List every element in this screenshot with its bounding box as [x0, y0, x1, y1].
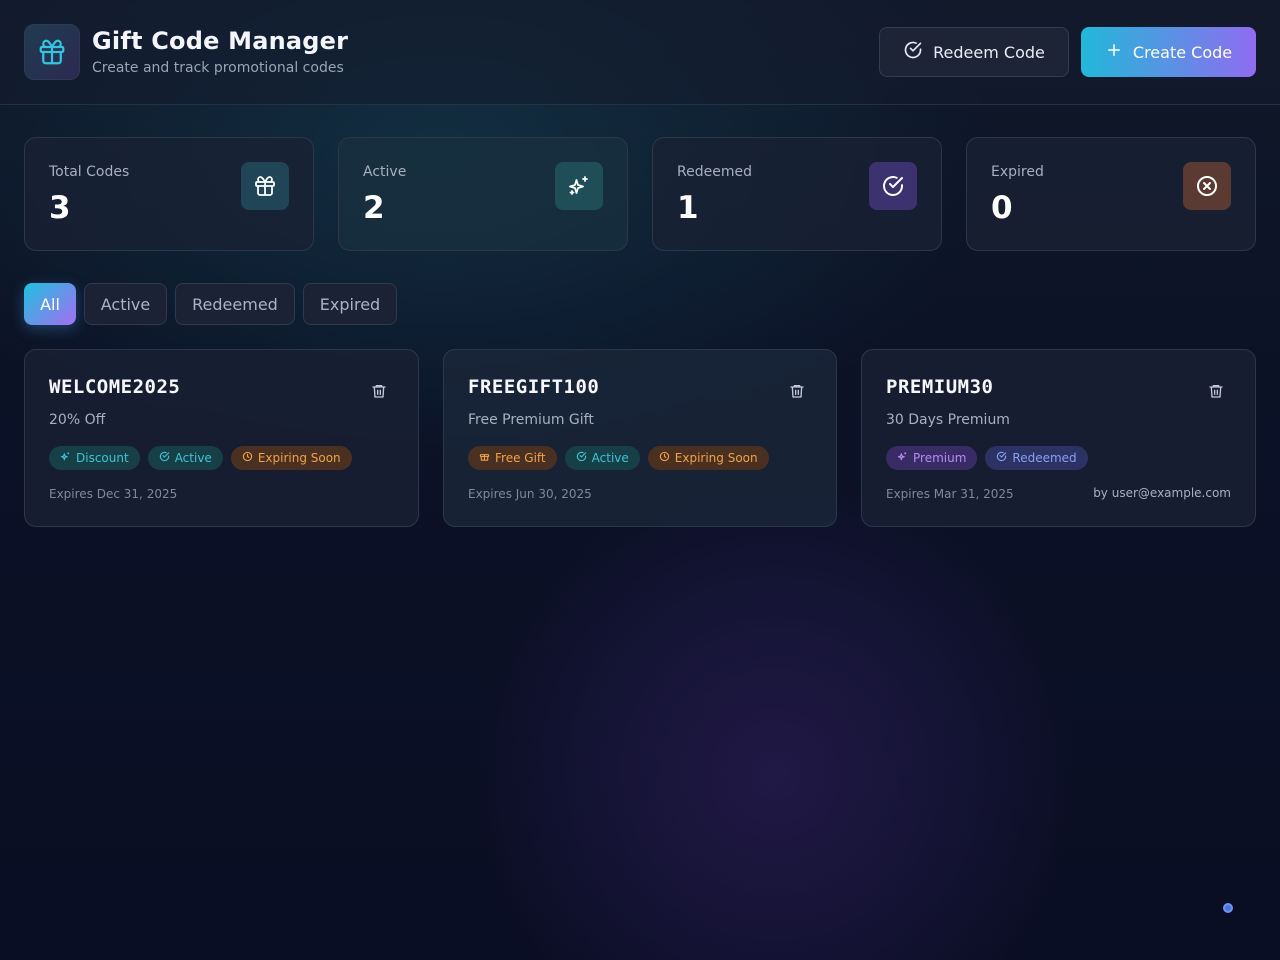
- stat-card-active: Active 2: [338, 137, 628, 251]
- floating-indicator-dot[interactable]: [1223, 903, 1233, 913]
- tab-expired[interactable]: Expired: [303, 283, 397, 325]
- code-description: Free Premium Gift: [468, 412, 594, 428]
- gift-icon: [479, 451, 490, 465]
- trash-icon[interactable]: [364, 376, 394, 406]
- stat-value: 2: [363, 190, 385, 226]
- sparkles-icon: [897, 451, 908, 465]
- sparkles-icon: [60, 451, 71, 465]
- stat-label: Active: [363, 164, 407, 180]
- page-subtitle: Create and track promotional codes: [92, 60, 344, 76]
- app-header: Gift Code Manager Create and track promo…: [0, 0, 1280, 105]
- check-circle-icon: [869, 162, 917, 210]
- redeem-code-button[interactable]: Redeem Code: [879, 27, 1069, 77]
- status-badge: Active: [564, 446, 640, 470]
- status-badge: Redeemed: [985, 446, 1088, 470]
- create-code-button[interactable]: Create Code: [1081, 27, 1256, 77]
- gift-logo-icon: [24, 24, 80, 80]
- stat-card-total: Total Codes 3: [24, 137, 314, 251]
- code-name: WELCOME2025: [49, 376, 181, 398]
- code-name: PREMIUM30: [886, 376, 994, 398]
- code-card-premium30[interactable]: PREMIUM30 30 Days Premium Premium Redeem…: [861, 349, 1256, 527]
- code-description: 20% Off: [49, 412, 106, 428]
- clock-icon: [659, 451, 670, 465]
- tab-redeemed[interactable]: Redeemed: [175, 283, 295, 325]
- code-description: 30 Days Premium: [886, 412, 1010, 428]
- stat-label: Expired: [991, 164, 1044, 180]
- check-circle-icon: [903, 40, 923, 64]
- badge-label: Expiring Soon: [257, 451, 341, 465]
- stat-card-redeemed: Redeemed 1: [652, 137, 942, 251]
- x-circle-icon: [1183, 162, 1231, 210]
- expiry-date: Expires Dec 31, 2025: [49, 487, 178, 501]
- stat-value: 0: [991, 190, 1013, 226]
- redeem-code-label: Redeem Code: [933, 42, 1045, 62]
- type-badge: Premium: [886, 446, 978, 470]
- badge-label: Redeemed: [1012, 451, 1077, 465]
- badge-label: Discount: [76, 451, 129, 465]
- expiry-date: Expires Jun 30, 2025: [468, 487, 592, 501]
- tab-active[interactable]: Active: [84, 283, 167, 325]
- status-badge: Active: [147, 446, 223, 470]
- stat-label: Redeemed: [677, 164, 752, 180]
- page-title: Gift Code Manager: [92, 27, 349, 55]
- badge-label: Active: [591, 451, 629, 465]
- badge-label: Active: [174, 451, 212, 465]
- stat-label: Total Codes: [49, 164, 130, 180]
- check-circle-icon: [159, 451, 170, 465]
- expiry-badge: Expiring Soon: [647, 446, 769, 470]
- gift-icon: [241, 162, 289, 210]
- type-badge: Free Gift: [468, 446, 557, 470]
- redeemed-by: by user@example.com: [1093, 486, 1231, 500]
- code-name: FREEGIFT100: [468, 376, 600, 398]
- check-circle-icon: [996, 451, 1007, 465]
- stat-card-expired: Expired 0: [966, 137, 1256, 251]
- badge-label: Expiring Soon: [674, 451, 758, 465]
- plus-icon: [1105, 41, 1123, 63]
- create-code-label: Create Code: [1132, 42, 1233, 62]
- code-card-welcome2025[interactable]: WELCOME2025 20% Off Discount Active Expi…: [24, 349, 419, 527]
- expiry-date: Expires Mar 31, 2025: [886, 487, 1014, 501]
- clock-icon: [242, 451, 253, 465]
- trash-icon[interactable]: [782, 376, 812, 406]
- sparkles-icon: [555, 162, 603, 210]
- badge-label: Premium: [913, 451, 967, 465]
- code-card-freegift100[interactable]: FREEGIFT100 Free Premium Gift Free Gift …: [443, 349, 837, 527]
- type-badge: Discount: [49, 446, 140, 470]
- stat-value: 3: [49, 190, 71, 226]
- check-circle-icon: [576, 451, 587, 465]
- stat-value: 1: [677, 190, 699, 226]
- expiry-badge: Expiring Soon: [230, 446, 352, 470]
- tab-all[interactable]: All: [24, 283, 76, 325]
- trash-icon[interactable]: [1201, 376, 1231, 406]
- badge-label: Free Gift: [495, 451, 546, 465]
